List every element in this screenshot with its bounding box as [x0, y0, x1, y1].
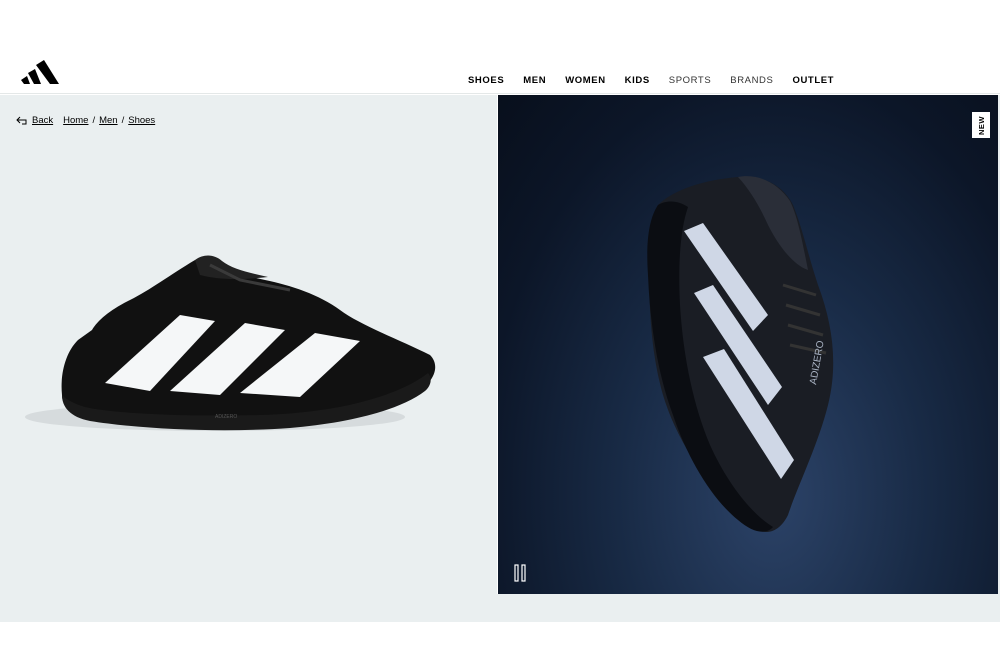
- adidas-logo-icon[interactable]: [21, 60, 59, 84]
- nav-item-kids[interactable]: KIDS: [625, 75, 650, 86]
- nav-item-brands[interactable]: BRANDS: [730, 75, 773, 86]
- svg-text:ADIZERO: ADIZERO: [215, 414, 237, 420]
- site-header: SHOES MEN WOMEN KIDS SPORTS BRANDS OUTLE…: [0, 0, 1000, 94]
- nav-item-outlet[interactable]: OUTLET: [792, 75, 834, 86]
- gallery-bottom-band: [0, 594, 1000, 622]
- shoe-floating-image: ADIZERO: [647, 176, 834, 532]
- shoe-side-view-image: ADIZERO: [25, 255, 436, 431]
- main-nav: SHOES MEN WOMEN KIDS SPORTS BRANDS OUTLE…: [468, 73, 853, 87]
- nav-item-men[interactable]: MEN: [523, 75, 546, 86]
- product-image-lifestyle: NEW ADIZERO: [498, 95, 998, 594]
- product-image-main: Back Home / Men / Shoes ADIZERO: [0, 95, 497, 594]
- nav-item-sports[interactable]: SPORTS: [669, 75, 712, 86]
- nav-item-shoes[interactable]: SHOES: [468, 75, 504, 86]
- pause-icon[interactable]: [513, 563, 527, 583]
- nav-item-women[interactable]: WOMEN: [565, 75, 605, 86]
